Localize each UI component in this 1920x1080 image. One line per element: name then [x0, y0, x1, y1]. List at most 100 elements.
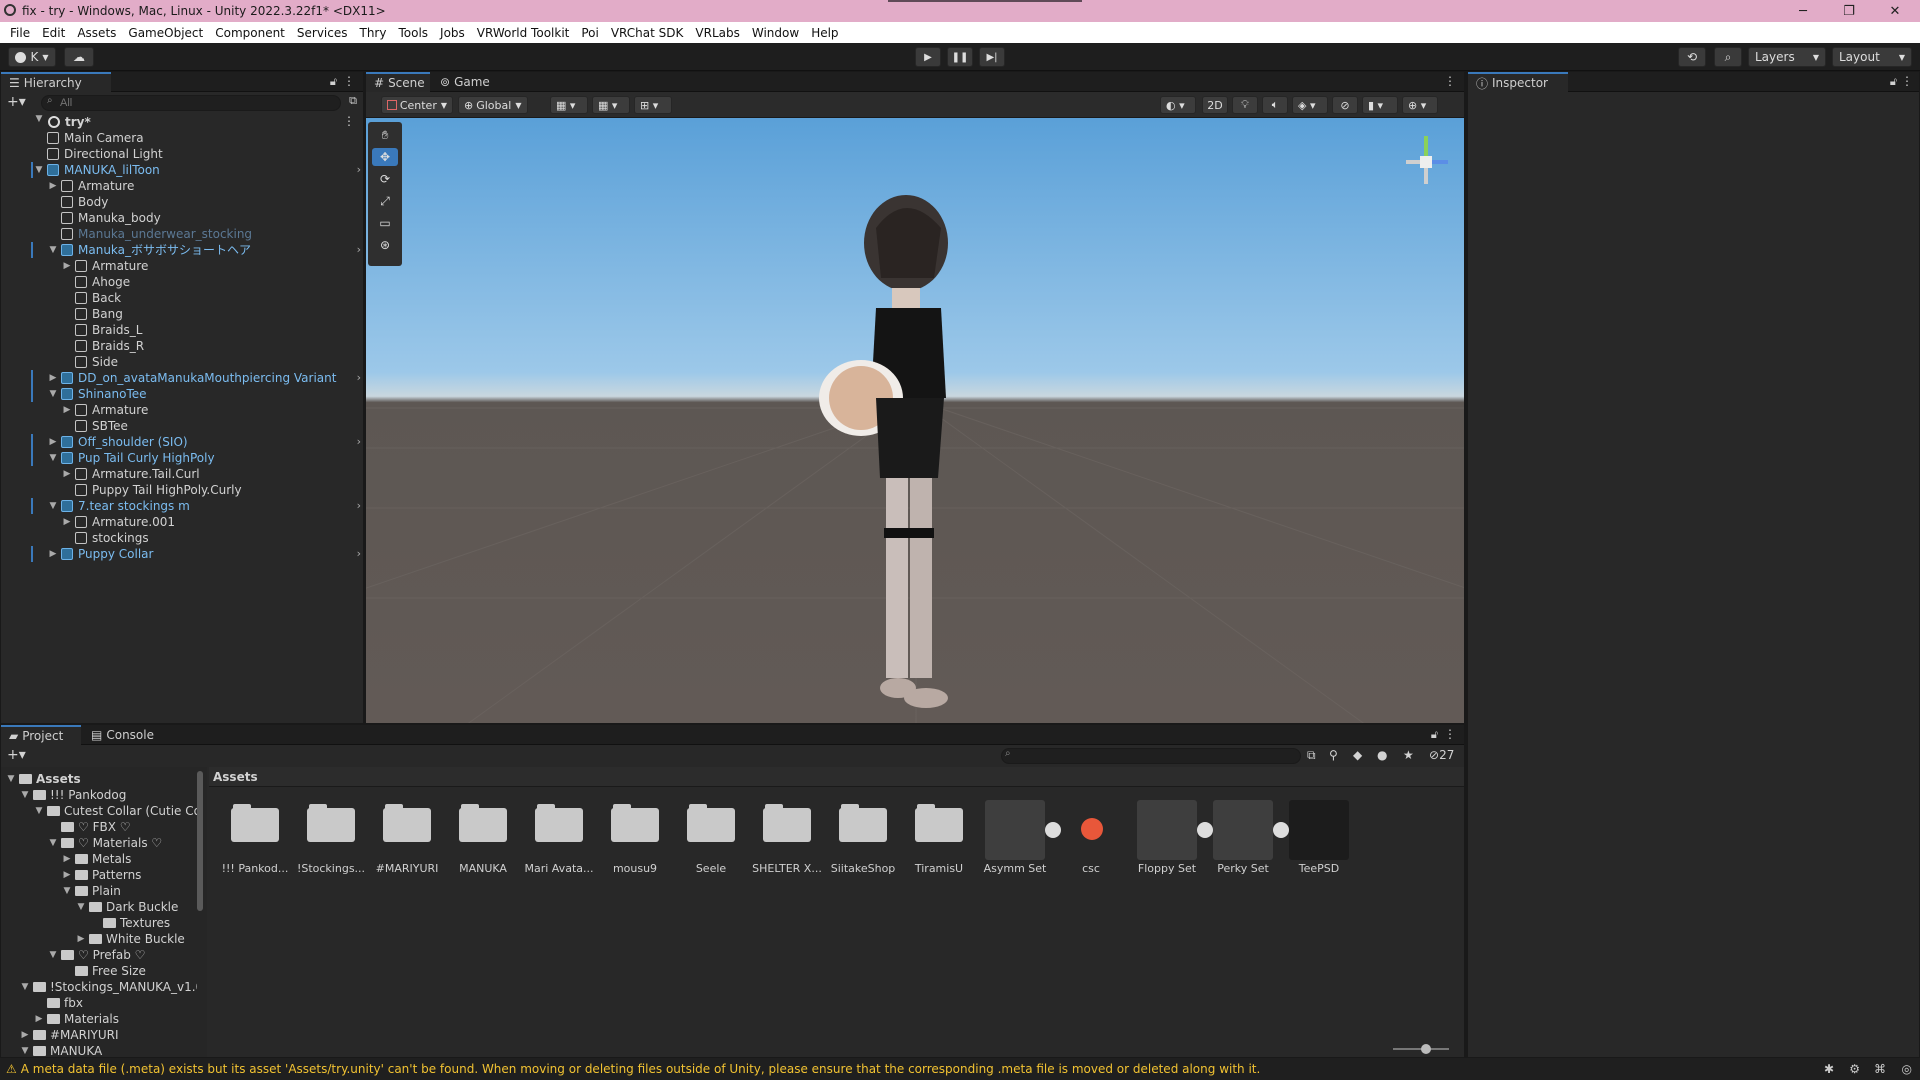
account-button[interactable]: K ▼: [8, 47, 56, 67]
tab-game[interactable]: ⊚ Game: [432, 72, 496, 92]
hierarchy-row[interactable]: ▶ DD_on_avataManukaMouthpiercing Variant ›: [1, 370, 365, 386]
expand-triangle-icon[interactable]: ▶: [75, 931, 87, 947]
expand-triangle-icon[interactable]: ▼: [19, 1043, 31, 1059]
project-tree-row[interactable]: ▶ Metals: [1, 851, 197, 867]
network-icon[interactable]: ⌘: [1874, 1062, 1886, 1076]
project-tree-row[interactable]: ▼ !Stockings_MANUKA_v1.0: [1, 979, 197, 995]
expand-triangle-icon[interactable]: ▶: [61, 402, 73, 418]
filter-type-icon[interactable]: ⧉: [1307, 748, 1316, 763]
chevron-right-icon[interactable]: ›: [357, 546, 361, 562]
hierarchy-row[interactable]: SBTee: [1, 418, 365, 434]
expand-triangle-icon[interactable]: ▼: [33, 803, 45, 819]
expand-triangle-icon[interactable]: ▼: [47, 498, 59, 514]
move-tool-icon[interactable]: ✥: [372, 148, 398, 166]
tab-scene[interactable]: # Scene: [366, 72, 430, 92]
menu-item-help[interactable]: Help: [811, 26, 838, 40]
more-icon[interactable]: ⋮: [1444, 74, 1456, 88]
expand-triangle-icon[interactable]: ▶: [33, 1011, 45, 1027]
project-tree-row[interactable]: ▶ Materials: [1, 1011, 197, 1027]
hierarchy-row[interactable]: Manuka_body: [1, 210, 365, 226]
space-dropdown[interactable]: ⊕ Global ▼: [458, 96, 528, 114]
project-tree-row[interactable]: ♡ FBX ♡: [1, 819, 197, 835]
pivot-dropdown[interactable]: Center ▼: [381, 96, 453, 114]
hierarchy-row[interactable]: Braids_L: [1, 322, 365, 338]
grid-visibility-button[interactable]: ▦ ▾: [592, 96, 630, 114]
play-button[interactable]: ▶: [915, 47, 941, 67]
expand-triangle-icon[interactable]: ▼: [47, 450, 59, 466]
hierarchy-row[interactable]: ▼ 7.tear stockings m ›: [1, 498, 365, 514]
avatar-model[interactable]: [806, 188, 1006, 723]
tab-console[interactable]: ▤ Console: [83, 725, 163, 745]
layout-dropdown[interactable]: Layout ▼: [1832, 47, 1912, 67]
tag-icon[interactable]: ◆: [1353, 748, 1362, 762]
expand-triangle-icon[interactable]: ▶: [47, 370, 59, 386]
hierarchy-row[interactable]: Back: [1, 290, 365, 306]
scene-root-row[interactable]: ▼ try* ⋮: [1, 114, 363, 130]
menu-item-thry[interactable]: Thry: [360, 26, 387, 40]
tab-project[interactable]: ▰ Project: [1, 725, 81, 745]
chevron-right-icon[interactable]: ›: [357, 242, 361, 258]
gizmos-button[interactable]: ⊕ ▾: [1402, 96, 1438, 114]
more-icon[interactable]: ⋮: [1901, 74, 1913, 88]
rect-tool-icon[interactable]: ▭: [372, 214, 398, 232]
star-icon[interactable]: ★: [1403, 748, 1414, 762]
lock-icon[interactable]: 🔓︎: [1431, 728, 1438, 742]
expand-triangle-icon[interactable]: ▶: [19, 1027, 31, 1043]
more-icon[interactable]: ⋮: [1444, 727, 1456, 741]
step-button[interactable]: ▶|: [979, 47, 1005, 67]
expand-triangle-icon[interactable]: ▶: [47, 546, 59, 562]
hierarchy-row[interactable]: Puppy Tail HighPoly.Curly: [1, 482, 365, 498]
menu-item-vrlabs[interactable]: VRLabs: [695, 26, 739, 40]
expand-triangle-icon[interactable]: ▶: [61, 514, 73, 530]
rotate-tool-icon[interactable]: ⟳: [372, 170, 398, 188]
project-tree-row[interactable]: fbx: [1, 995, 197, 1011]
expand-triangle-icon[interactable]: ▼: [33, 162, 45, 178]
hierarchy-row[interactable]: Main Camera: [1, 130, 365, 146]
increment-snap-button[interactable]: ⊞ ▾: [634, 96, 672, 114]
menu-item-tools[interactable]: Tools: [398, 26, 428, 40]
orientation-gizmo[interactable]: [1386, 124, 1464, 214]
hidden-objects-toggle[interactable]: ⊘: [1332, 96, 1358, 114]
project-tree-row[interactable]: Free Size: [1, 963, 197, 979]
expand-triangle-icon[interactable]: ▶: [61, 851, 73, 867]
pause-button[interactable]: ❚❚: [947, 47, 973, 67]
expand-triangle-icon[interactable]: ▶: [47, 434, 59, 450]
tab-inspector[interactable]: ⓘ Inspector: [1468, 72, 1568, 92]
hierarchy-row[interactable]: ▶ Armature.Tail.Curl: [1, 466, 365, 482]
chevron-right-icon[interactable]: ›: [357, 162, 361, 178]
hierarchy-row[interactable]: ▶ Armature: [1, 402, 365, 418]
shading-mode-button[interactable]: ◐ ▾: [1160, 96, 1196, 114]
grid-snap-button[interactable]: ▦ ▾: [550, 96, 588, 114]
hierarchy-row[interactable]: ▼ Pup Tail Curly HighPoly: [1, 450, 365, 466]
hierarchy-row[interactable]: ▶ Puppy Collar ›: [1, 546, 365, 562]
hierarchy-row[interactable]: stockings: [1, 530, 365, 546]
expand-triangle-icon[interactable]: ▼: [47, 386, 59, 402]
expand-triangle-icon[interactable]: ▼: [75, 899, 87, 915]
expand-triangle-icon[interactable]: ▼: [5, 771, 17, 787]
assets-header[interactable]: Assets: [213, 770, 258, 784]
layers-dropdown[interactable]: Layers ▼: [1748, 47, 1826, 67]
project-tree-row[interactable]: ▼ ♡ Materials ♡: [1, 835, 197, 851]
hierarchy-row[interactable]: ▼ Manuka_ボサボサショートヘア ›: [1, 242, 365, 258]
2d-toggle[interactable]: 2D: [1202, 96, 1228, 114]
expand-triangle-icon[interactable]: ▼: [33, 114, 45, 124]
hierarchy-row[interactable]: ▶ Armature.001: [1, 514, 365, 530]
lock-icon[interactable]: 🔓︎: [1890, 75, 1897, 89]
effects-button[interactable]: ◈ ▾: [1292, 96, 1328, 114]
add-icon[interactable]: +▾: [7, 747, 26, 763]
scene-visibility-icon[interactable]: ⧉: [349, 94, 357, 108]
project-tree-row[interactable]: Textures: [1, 915, 197, 931]
search-button[interactable]: ⌕: [1714, 47, 1742, 67]
hierarchy-row[interactable]: Side: [1, 354, 365, 370]
menu-item-gameobject[interactable]: GameObject: [128, 26, 203, 40]
menu-item-component[interactable]: Component: [215, 26, 285, 40]
hidden-count[interactable]: ⊘27: [1429, 748, 1454, 762]
tree-scrollbar[interactable]: [197, 771, 203, 911]
hierarchy-row[interactable]: Braids_R: [1, 338, 365, 354]
hierarchy-row[interactable]: Directional Light: [1, 146, 365, 162]
hierarchy-row[interactable]: Ahoge: [1, 274, 365, 290]
menu-item-poi[interactable]: Poi: [581, 26, 598, 40]
cloud-button[interactable]: ☁: [64, 47, 94, 67]
tab-hierarchy[interactable]: ☰ Hierarchy: [1, 72, 111, 92]
history-button[interactable]: ⟲: [1678, 47, 1706, 67]
